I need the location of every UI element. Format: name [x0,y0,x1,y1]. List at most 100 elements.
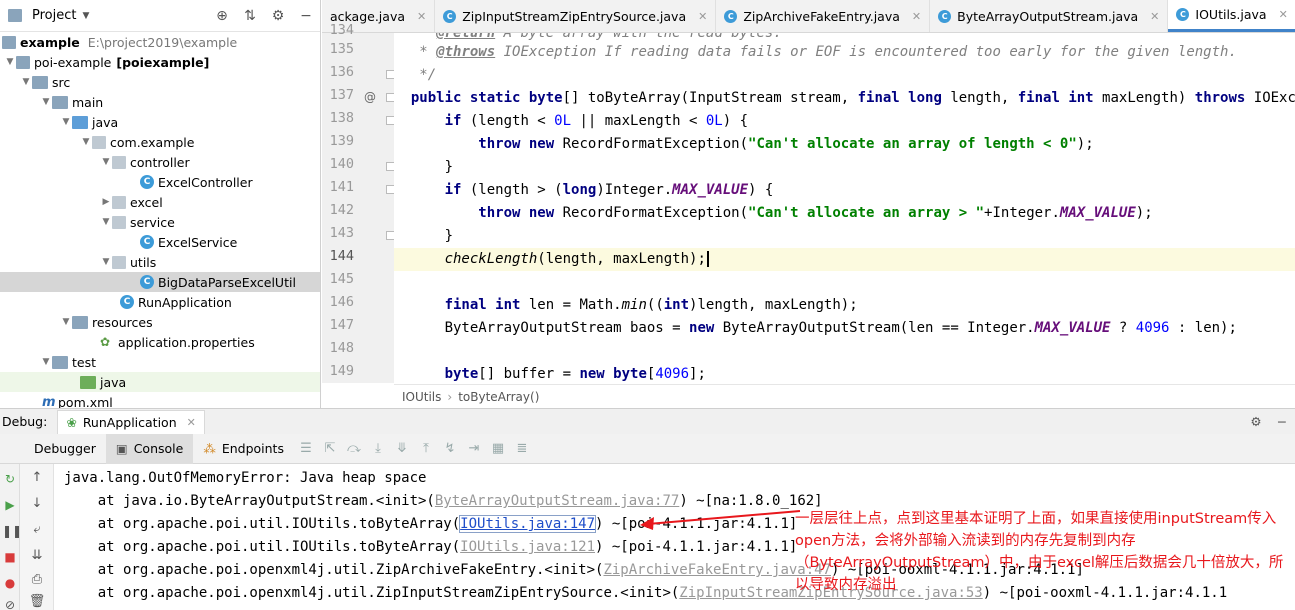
line-number: 148 [329,340,354,356]
package-icon [112,255,126,269]
rerun-icon[interactable]: ↻ [2,472,18,486]
arrow-up-icon[interactable]: ↑ [28,470,46,485]
tree-item-com-example[interactable]: ▼ com.example [0,132,320,152]
console-line: java.lang.OutOfMemoryError: Java heap sp… [64,467,426,490]
tree-item-controller[interactable]: ▼ controller [0,152,320,172]
tab-ioutils[interactable]: C IOUtils.java ✕ [1168,0,1295,32]
project-title[interactable]: Project [32,8,76,23]
print-icon[interactable]: ⎙ [28,572,46,587]
tab-label: Console [133,441,184,456]
tree-item-bigdataparseexcelutil[interactable]: C BigDataParseExcelUtil [0,272,320,292]
project-panel: Project ▼ ⊕ ⇅ ⚙ − example E:\project2019… [0,0,321,408]
show-execution-point-icon[interactable]: ⇱ [318,441,342,456]
evaluate-icon[interactable]: ▦ [486,441,510,456]
chevron-down-icon[interactable]: ▼ [80,137,92,147]
chevron-down-icon[interactable]: ▼ [20,77,32,87]
tab-debugger[interactable]: Debugger [24,434,106,464]
tree-item-label: poi-example [34,54,112,70]
soft-wrap-icon[interactable]: ⤶ [28,522,46,537]
chevron-down-icon[interactable]: ▼ [100,257,112,267]
run-to-cursor-icon[interactable]: ⇥ [462,441,486,456]
breadcrumb-item[interactable]: toByteArray() [458,390,539,404]
line-number: 136 [329,64,354,80]
pause-icon[interactable]: ❚❚ [2,524,22,538]
annotation-marker-icon[interactable]: @ [364,90,376,104]
gear-icon[interactable]: ⚙ [264,8,292,24]
stack-link-highlighted[interactable]: IOUtils.java:147 [459,515,597,533]
tab-endpoints[interactable]: ⁂ Endpoints [193,434,294,464]
run-config-tab[interactable]: ❀ RunApplication ✕ [57,409,205,434]
arrow-down-icon[interactable]: ↓ [28,496,46,511]
tab-console[interactable]: ▣ Console [105,433,194,464]
minimize-icon[interactable]: − [1269,414,1295,429]
package-icon [92,135,106,149]
tree-item-runapplication[interactable]: C RunApplication [0,292,320,312]
view-breakpoints-icon[interactable]: ● [2,576,18,590]
chevron-down-icon[interactable]: ▼ [40,357,52,367]
console-text: at java.io.ByteArrayOutputStream.<init>( [64,493,435,509]
tree-item-java[interactable]: ▼ java [0,112,320,132]
close-icon[interactable]: ✕ [912,10,921,23]
tab-label: ZipArchiveFakeEntry.java [743,8,900,24]
trace-icon[interactable]: ≣ [510,441,534,456]
gear-icon[interactable]: ⚙ [1243,414,1269,429]
step-out-icon[interactable]: ⤒ [414,441,438,456]
tree-item-excelservice[interactable]: C ExcelService [0,232,320,252]
tree-item-label: test [72,354,97,370]
step-over-icon[interactable]: ⤼ [342,441,366,456]
tree-item-utils[interactable]: ▼ utils [0,252,320,272]
tree-item-test[interactable]: ▼ test [0,352,320,372]
console-line: at org.apache.poi.util.IOUtils.toByteArr… [64,536,798,559]
editor-tabs: ackage.java ✕ C ZipInputStreamZipEntrySo… [322,0,1295,33]
close-icon[interactable]: ✕ [417,10,426,23]
minimize-icon[interactable]: − [292,8,320,24]
tab-ziparchivefakeentry[interactable]: C ZipArchiveFakeEntry.java ✕ [716,0,931,32]
breadcrumb-item[interactable]: IOUtils [402,390,441,404]
chevron-down-icon[interactable]: ▼ [100,217,112,227]
chevron-down-icon[interactable]: ▼ [40,97,52,107]
close-icon[interactable]: ✕ [1279,8,1288,21]
tree-item-test-java[interactable]: java [0,372,320,392]
class-icon: C [938,9,952,23]
tab-zipinputstreamzipentrysource[interactable]: C ZipInputStreamZipEntrySource.java ✕ [435,0,717,32]
tree-item-service[interactable]: ▼ service [0,212,320,232]
code-line: } [394,159,454,175]
chevron-down-icon[interactable]: ▼ [82,11,89,21]
mute-breakpoints-icon[interactable]: ⊘ [2,598,18,610]
close-icon[interactable]: ✕ [1150,10,1159,23]
close-icon[interactable]: ✕ [698,10,707,23]
tree-item-example[interactable]: example E:\project2019\example [0,32,320,52]
code-editor[interactable]: * @return A byte array with the read byt… [394,33,1295,383]
line-number: 147 [329,317,354,333]
layout-icon[interactable]: ☰ [294,441,318,456]
tree-item-src[interactable]: ▼ src [0,72,320,92]
scroll-to-end-icon[interactable]: ⇊ [28,548,46,563]
chevron-right-icon[interactable]: ▶ [100,197,112,207]
locate-icon[interactable]: ⊕ [208,8,236,24]
endpoints-icon: ⁂ [203,441,216,456]
tree-item-pom-xml[interactable]: m pom.xml [0,392,320,409]
collapse-all-icon[interactable]: ⇅ [236,8,264,24]
resume-icon[interactable]: ▶ [2,498,18,512]
force-step-into-icon[interactable]: ⤋ [390,441,414,456]
tree-item-excel[interactable]: ▶ excel [0,192,320,212]
tree-item-excelcontroller[interactable]: C ExcelController [0,172,320,192]
drop-frame-icon[interactable]: ↯ [438,441,462,456]
tree-item-application-properties[interactable]: ✿ application.properties [0,332,320,352]
chevron-down-icon[interactable]: ▼ [60,317,72,327]
tree-item-poi-example[interactable]: ▼ poi-example [poiexample] [0,52,320,72]
tab-bytearrayoutputstream[interactable]: C ByteArrayOutputStream.java ✕ [930,0,1169,32]
chevron-down-icon[interactable]: ▼ [100,157,112,167]
code-line: final int len = Math.min((int)length, ma… [444,297,858,313]
stop-icon[interactable]: ■ [2,550,18,564]
delete-icon[interactable]: 🗑 [28,594,46,609]
tree-item-resources[interactable]: ▼ resources [0,312,320,332]
chevron-down-icon[interactable]: ▼ [4,57,16,67]
chevron-down-icon[interactable]: ▼ [60,117,72,127]
step-into-icon[interactable]: ⤓ [366,441,390,456]
stack-link[interactable]: IOUtils.java:121 [460,539,595,555]
code-line: if (length < 0L || maxLength < 0L) { [444,113,749,129]
tree-item-main[interactable]: ▼ main [0,92,320,112]
breadcrumb: IOUtils › toByteArray() [394,384,1295,408]
close-icon[interactable]: ✕ [187,416,196,429]
